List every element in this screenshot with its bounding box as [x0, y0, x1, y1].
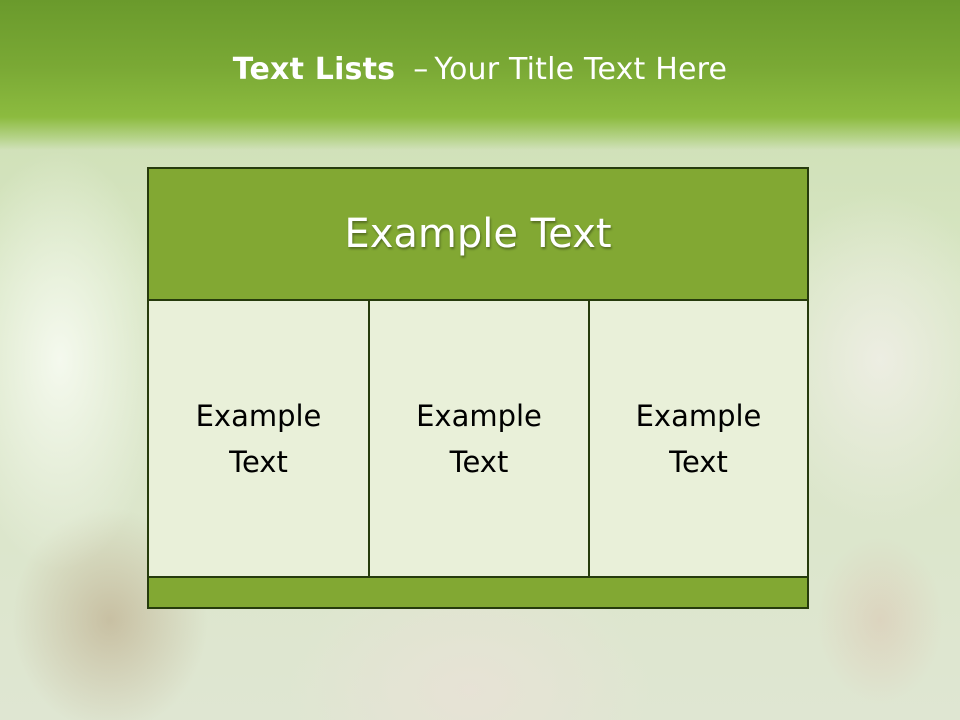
table-cell-1: Example Text [147, 299, 370, 578]
table-footer-bar [147, 576, 809, 609]
table-cell-text: Example Text [195, 398, 322, 479]
slide-title: Text Lists – Your Title Text Here [0, 52, 960, 87]
table-cell-2: Example Text [368, 299, 590, 578]
table-header-text: Example Text [344, 211, 612, 257]
table-cell-3: Example Text [588, 299, 809, 578]
title-subtitle-text: Your Title Text Here [434, 52, 728, 87]
table-cell-text: Example Text [416, 398, 542, 479]
slide-canvas: Text Lists – Your Title Text Here Example … [0, 0, 960, 720]
table-cell-text: Example Text [635, 398, 762, 479]
title-separator: – [413, 52, 429, 87]
title-bold-text: Text Lists [232, 52, 396, 87]
table-header-cell: Example Text [147, 167, 809, 301]
